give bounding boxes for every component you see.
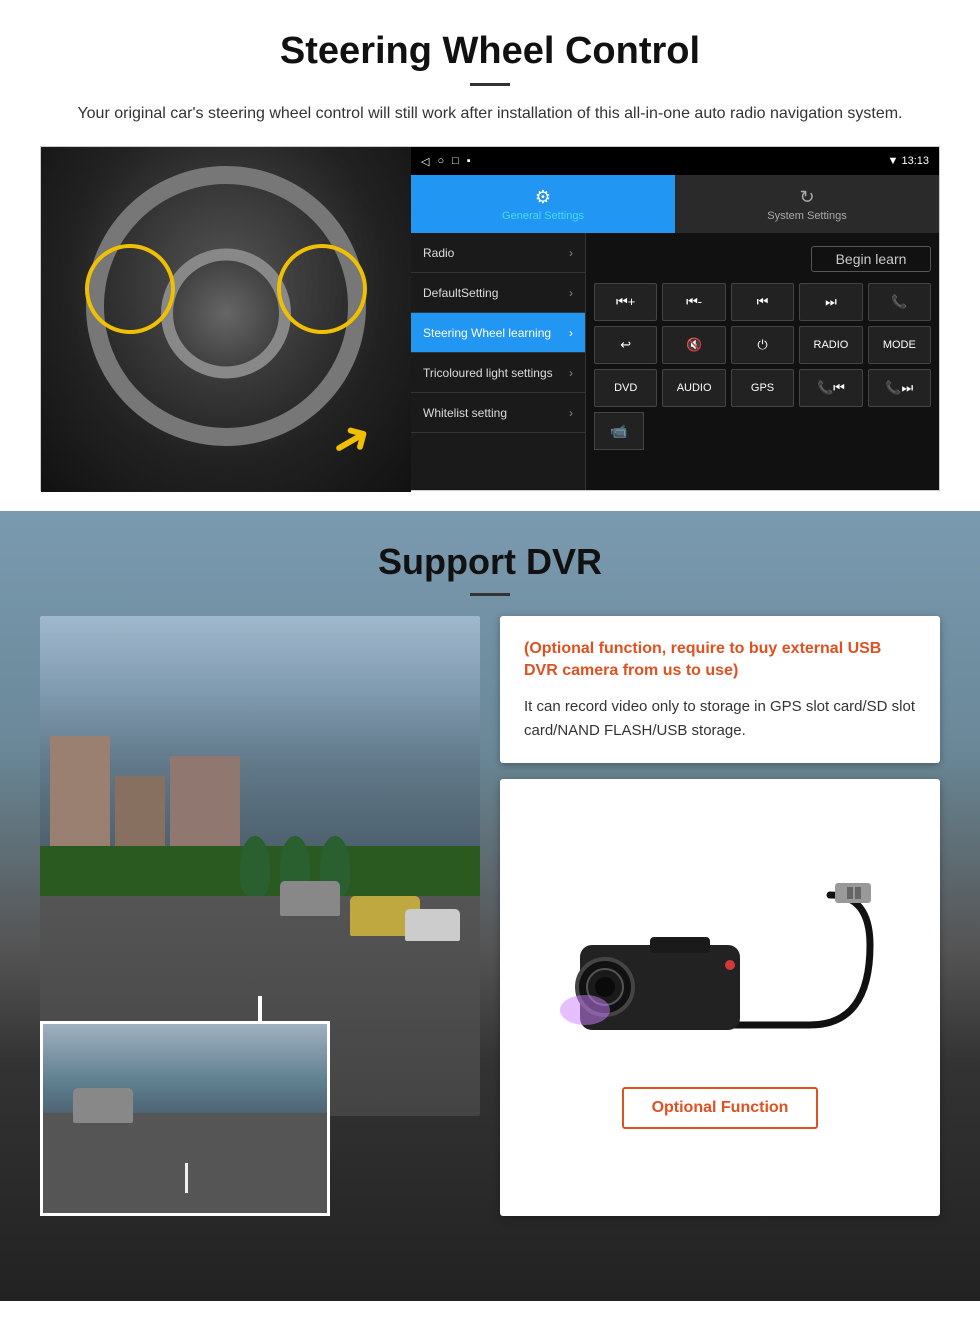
power-button[interactable]: ⏻ xyxy=(731,326,794,364)
steering-description: Your original car's steering wheel contr… xyxy=(60,102,920,126)
inset-car xyxy=(73,1088,133,1123)
menu-whitelist-label: Whitelist setting xyxy=(423,406,507,420)
call-button[interactable]: 📞 xyxy=(868,283,931,321)
audio-button[interactable]: AUDIO xyxy=(662,369,725,407)
call-prev-button[interactable]: 📞⏮ xyxy=(799,369,862,407)
system-icon: ↻ xyxy=(799,187,814,208)
dvr-camera-illustration xyxy=(550,865,890,1075)
recent-icon: □ xyxy=(452,155,459,168)
settings-menu-list: Radio › DefaultSetting › Steering Wheel … xyxy=(411,233,586,490)
car-2 xyxy=(280,881,340,916)
dvr-info-text: It can record video only to storage in G… xyxy=(524,695,916,743)
dvr-title: Support DVR xyxy=(40,541,940,583)
android-tabs: ⚙ General Settings ↻ System Settings xyxy=(411,175,939,233)
tab-general-label: General Settings xyxy=(502,210,584,222)
ctrl-row-2: ↩ 🔇 ⏻ RADIO MODE xyxy=(594,326,931,364)
menu-item-steering-wheel[interactable]: Steering Wheel learning › xyxy=(411,313,585,353)
ctrl-row-3: DVD AUDIO GPS 📞⏮ 📞⏭ xyxy=(594,369,931,407)
tab-system-settings[interactable]: ↻ System Settings xyxy=(675,175,939,233)
sw-highlight-right xyxy=(277,244,367,334)
call-next-button[interactable]: 📞⏭ xyxy=(868,369,931,407)
android-ui-panel: ◁ ○ □ ▪ ▼ 13:13 ⚙ General Settings ↻ xyxy=(411,147,939,490)
title-divider xyxy=(470,83,510,86)
dvr-street-area xyxy=(40,616,480,1216)
steering-wheel-bg xyxy=(41,147,411,492)
next-button[interactable]: ⏭ xyxy=(799,283,862,321)
chevron-right-icon: › xyxy=(569,366,573,380)
ctrl-row-1: ⏮+ ⏮- ⏮ ⏭ 📞 xyxy=(594,283,931,321)
gps-button[interactable]: GPS xyxy=(731,369,794,407)
hangup-button[interactable]: ↩ xyxy=(594,326,657,364)
status-time: 13:13 xyxy=(901,155,929,167)
begin-learn-row: Begin learn xyxy=(594,241,931,277)
vol-up-button[interactable]: ⏮+ xyxy=(594,283,657,321)
gear-icon: ⚙ xyxy=(535,187,551,208)
menu-item-defaultsetting[interactable]: DefaultSetting › xyxy=(411,273,585,313)
tab-system-label: System Settings xyxy=(767,210,846,222)
dvd-button[interactable]: DVD xyxy=(594,369,657,407)
home-icon: ○ xyxy=(437,155,444,168)
menu-icon: ▪ xyxy=(467,155,471,168)
control-buttons-grid: ⏮+ ⏮- ⏮ ⏭ 📞 ↩ 🔇 ⏻ RADIO MODE xyxy=(594,283,931,450)
android-nav-icons: ◁ ○ □ ▪ xyxy=(421,155,471,168)
mode-button[interactable]: MODE xyxy=(868,326,931,364)
sw-arrow xyxy=(301,412,401,472)
chevron-right-icon: › xyxy=(569,406,573,420)
dvr-body: (Optional function, require to buy exter… xyxy=(40,616,940,1216)
dvr-right-panel: (Optional function, require to buy exter… xyxy=(500,616,940,1216)
optional-function-button[interactable]: Optional Function xyxy=(622,1087,819,1129)
vol-down-button[interactable]: ⏮- xyxy=(662,283,725,321)
steering-ui-mockup: ◁ ○ □ ▪ ▼ 13:13 ⚙ General Settings ↻ xyxy=(40,146,940,491)
inset-road xyxy=(43,1113,327,1213)
sw-center-hub xyxy=(161,248,291,378)
dvr-title-divider xyxy=(470,593,510,596)
begin-learn-button[interactable]: Begin learn xyxy=(811,246,931,272)
wifi-icon: ▼ xyxy=(888,155,899,167)
chevron-right-icon: › xyxy=(569,326,573,340)
ctrl-row-4: 📹 xyxy=(594,412,931,450)
android-status-right: ▼ 13:13 xyxy=(888,155,929,167)
tree-1 xyxy=(240,836,270,896)
menu-item-radio[interactable]: Radio › xyxy=(411,233,585,273)
steering-title: Steering Wheel Control xyxy=(40,30,940,73)
dvr-section: Support DVR xyxy=(0,511,980,1301)
steering-wheel-photo xyxy=(41,147,411,492)
dvr-icon-button[interactable]: 📹 xyxy=(594,412,644,450)
menu-default-label: DefaultSetting xyxy=(423,286,498,300)
mute-button[interactable]: 🔇 xyxy=(662,326,725,364)
prev-button[interactable]: ⏮ xyxy=(731,283,794,321)
steering-controls-panel: Begin learn ⏮+ ⏮- ⏮ ⏭ 📞 xyxy=(586,233,939,490)
inset-road-line xyxy=(185,1163,188,1193)
menu-item-whitelist[interactable]: Whitelist setting › xyxy=(411,393,585,433)
android-status-bar: ◁ ○ □ ▪ ▼ 13:13 xyxy=(411,147,939,175)
dvr-optional-heading: (Optional function, require to buy exter… xyxy=(524,638,916,683)
android-menu: Radio › DefaultSetting › Steering Wheel … xyxy=(411,233,939,490)
car-3 xyxy=(405,909,460,941)
back-icon: ◁ xyxy=(421,155,429,168)
dvr-camera-area: Optional Function xyxy=(500,779,940,1216)
steering-section: Steering Wheel Control Your original car… xyxy=(0,0,980,511)
menu-radio-label: Radio xyxy=(423,246,454,260)
sw-highlight-left xyxy=(85,244,175,334)
dvr-info-box: (Optional function, require to buy exter… xyxy=(500,616,940,763)
menu-tricoloured-label: Tricoloured light settings xyxy=(423,366,553,380)
chevron-right-icon: › xyxy=(569,286,573,300)
tab-general-settings[interactable]: ⚙ General Settings xyxy=(411,175,675,233)
dvr-content: Support DVR xyxy=(0,511,980,1236)
menu-item-tricoloured[interactable]: Tricoloured light settings › xyxy=(411,353,585,393)
radio-button[interactable]: RADIO xyxy=(799,326,862,364)
menu-steering-label: Steering Wheel learning xyxy=(423,326,551,340)
chevron-right-icon: › xyxy=(569,246,573,260)
dvr-inset-view xyxy=(40,1021,330,1216)
